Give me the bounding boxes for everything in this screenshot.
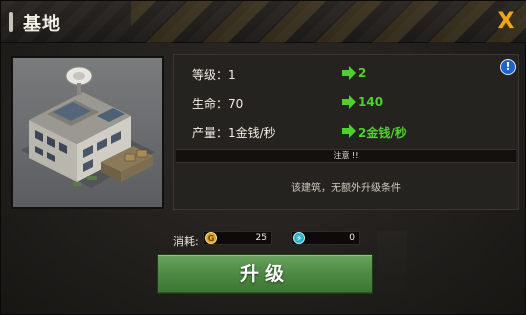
stat-label-output: 产量：1金钱/秒 xyxy=(192,126,276,140)
cost-energy: ⚡ 0 xyxy=(291,231,360,245)
stat-row-output: 产量：1金钱/秒 2金钱/秒 xyxy=(192,121,512,141)
cost-label: 消耗: xyxy=(173,235,199,248)
arrow-right-icon xyxy=(342,66,356,80)
notice-text: 该建筑，无额外升级条件 xyxy=(291,183,401,194)
building-dialog: 基地 X ! 等级：1 2 生命：70 140 产量：1金钱/秒 2金钱/秒 注… xyxy=(0,0,526,315)
upgrade-button[interactable]: 升级 xyxy=(157,254,373,294)
stat-row-level: 等级：1 2 xyxy=(192,63,512,83)
title-accent-bar xyxy=(9,12,13,32)
base-building-icon xyxy=(13,58,162,207)
stat-next-hp: 140 xyxy=(358,95,384,109)
stat-next-level: 2 xyxy=(358,66,367,80)
close-button[interactable]: X xyxy=(495,9,517,35)
arrow-right-icon xyxy=(342,124,356,138)
cost-energy-value: 0 xyxy=(349,233,355,243)
grunge-decoration xyxy=(377,231,407,311)
stat-next-output: 2金钱/秒 xyxy=(358,126,407,140)
stat-label-hp: 生命：70 xyxy=(192,97,244,111)
info-panel: ! 等级：1 2 生命：70 140 产量：1金钱/秒 2金钱/秒 注意 !! … xyxy=(173,54,519,210)
stat-row-hp: 生命：70 140 xyxy=(192,92,512,112)
building-preview-image xyxy=(11,56,164,209)
cost-gold-value: 25 xyxy=(255,233,267,243)
energy-icon: ⚡ xyxy=(293,232,305,244)
dialog-title: 基地 xyxy=(23,14,61,35)
cost-gold: G 25 xyxy=(203,231,272,245)
stat-label-level: 等级：1 xyxy=(192,68,236,82)
arrow-right-icon xyxy=(342,95,356,109)
hazard-stripes xyxy=(131,1,526,43)
gold-coin-icon: G xyxy=(205,232,217,244)
notice-title: 注意 !! xyxy=(176,149,516,163)
dialog-header: 基地 X xyxy=(1,1,526,43)
